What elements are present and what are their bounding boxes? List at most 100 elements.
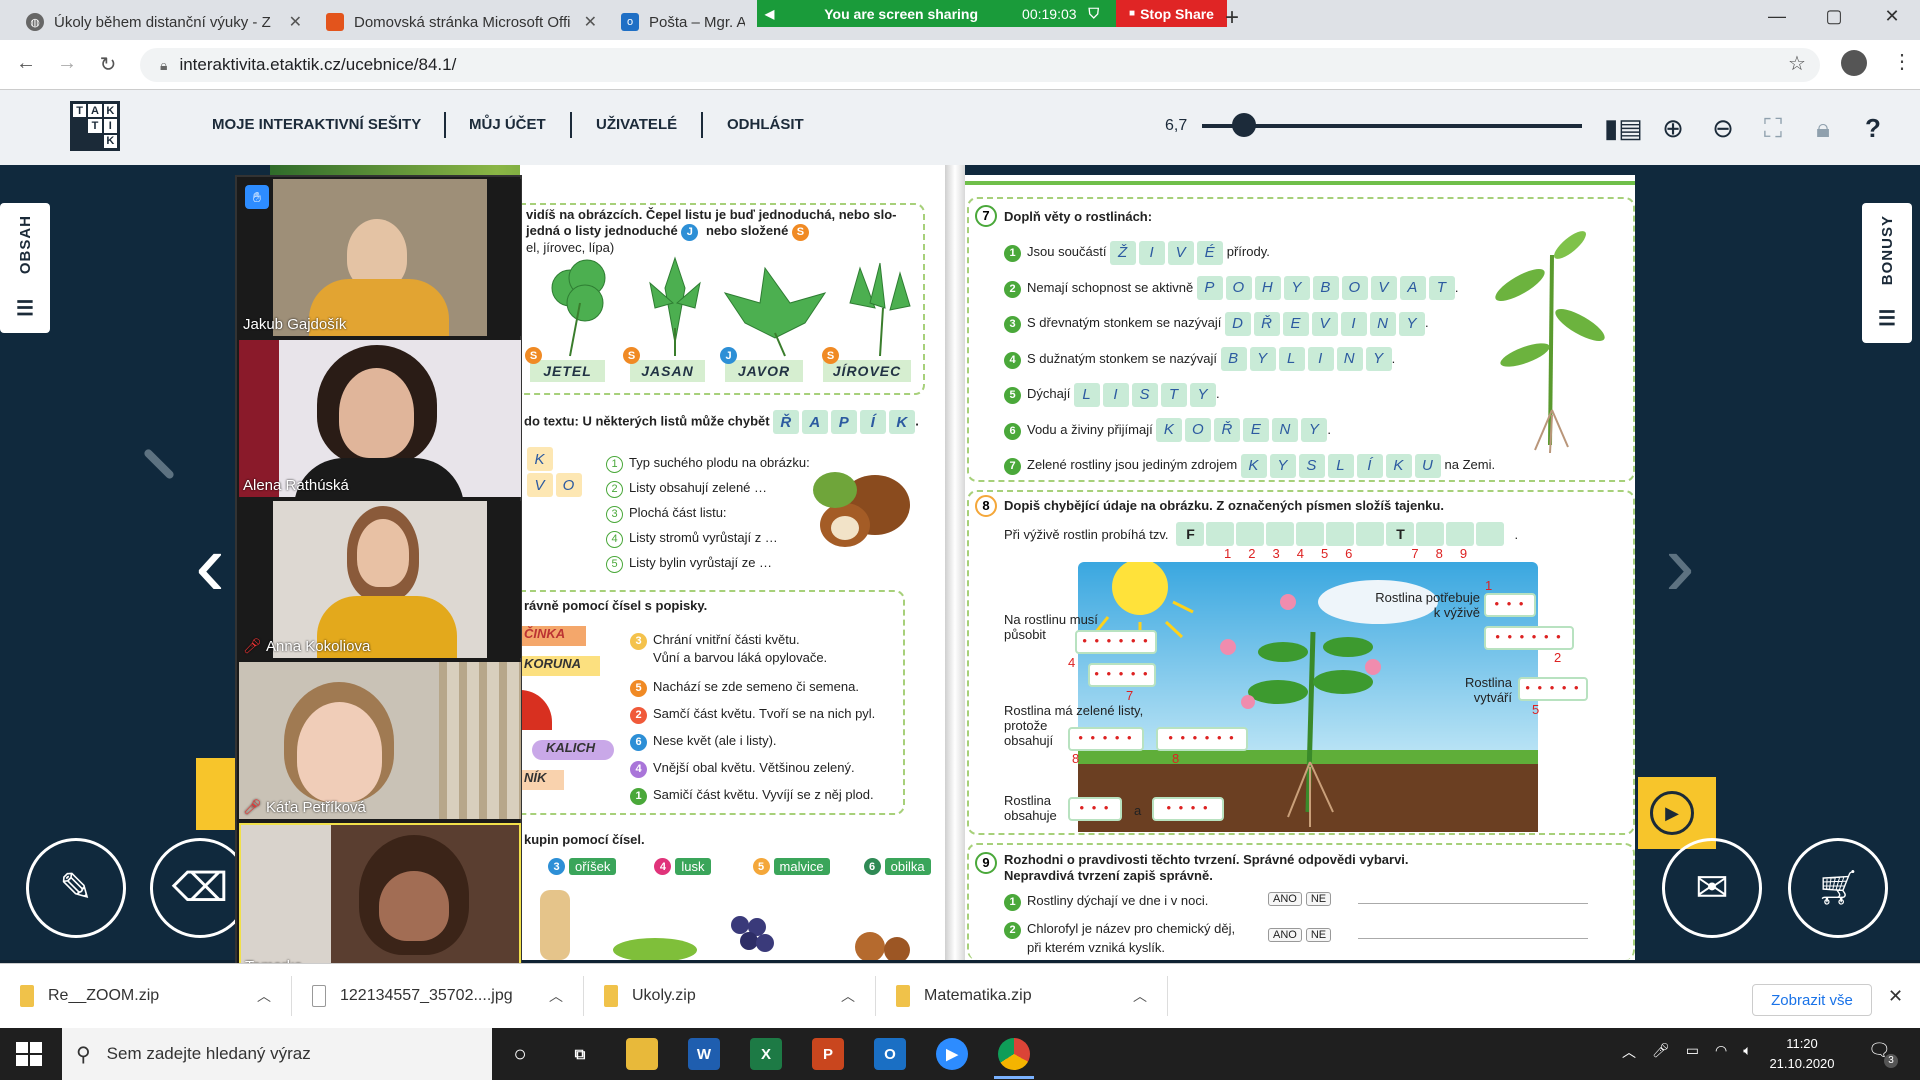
answer-box[interactable]: • • • • • <box>1088 663 1156 687</box>
zoom-in-icon[interactable]: ⊕ <box>1654 109 1692 147</box>
zoom-slider-handle[interactable] <box>1231 113 1256 137</box>
letter-cell[interactable]: L <box>1327 453 1354 478</box>
letter-cell[interactable]: N <box>1272 418 1299 443</box>
letter-cell[interactable]: I <box>1102 382 1129 407</box>
reload-icon[interactable]: ↻ <box>94 52 122 77</box>
letter-cell[interactable]: A <box>802 410 829 434</box>
letter-cell[interactable]: K <box>1385 453 1412 478</box>
url-field[interactable]: 🔒︎ interaktivita.etaktik.cz/ucebnice/84.… <box>140 48 1820 82</box>
participant-tile[interactable]: 🎤︎ Anna Kokoliova <box>239 501 521 658</box>
taktik-logo[interactable]: T A K T I K <box>70 101 120 151</box>
letter-cell[interactable]: L <box>1073 382 1100 407</box>
mail-button[interactable]: ✉ <box>1662 838 1762 938</box>
secret-cell[interactable] <box>1446 522 1475 546</box>
wifi-icon[interactable]: ◠ <box>1715 1042 1727 1062</box>
letter-cell[interactable]: N <box>1336 347 1363 372</box>
letter-cell[interactable]: K <box>527 447 553 471</box>
letter-cell[interactable]: O <box>1185 418 1212 443</box>
chevron-up-icon[interactable]: ︿ <box>841 986 855 1006</box>
secret-cell[interactable]: T <box>1386 522 1415 546</box>
participant-tile[interactable]: Tamarka <box>239 823 521 980</box>
letter-cell[interactable]: B <box>1220 347 1247 372</box>
secret-cell[interactable] <box>1356 522 1385 546</box>
browser-tab[interactable]: o Pošta – Mgr. Al <box>609 4 757 40</box>
letter-cell[interactable]: K <box>1240 453 1267 478</box>
letter-cell[interactable]: É <box>1197 240 1224 265</box>
close-tab-icon[interactable]: ✕ <box>584 12 597 32</box>
letter-cell[interactable]: T <box>1160 382 1187 407</box>
next-page-arrow[interactable]: › <box>1665 520 1695 610</box>
stop-share-button[interactable]: ■ Stop Share <box>1116 0 1227 27</box>
letter-cell[interactable]: T <box>1428 276 1455 301</box>
letter-cell[interactable]: Y <box>1249 347 1276 372</box>
answer-line[interactable] <box>1358 903 1588 904</box>
letter-cell[interactable]: B <box>1312 276 1339 301</box>
pencil-tool-button[interactable]: ✎ <box>26 838 126 938</box>
battery-icon[interactable]: ▭ <box>1686 1042 1699 1062</box>
chevron-up-icon[interactable]: ︿ <box>1622 1042 1636 1062</box>
download-item[interactable]: 122134557_35702....jpg ︿ <box>292 976 584 1016</box>
maximize-button[interactable]: ▢ <box>1814 6 1854 34</box>
letter-cell[interactable]: Ř <box>773 410 800 434</box>
download-item[interactable]: Ukoly.zip ︿ <box>584 976 876 1016</box>
letter-cell[interactable]: V <box>1370 276 1397 301</box>
fit-screen-icon[interactable]: ⛶ <box>1754 109 1792 147</box>
letter-cell[interactable]: Í <box>1356 453 1383 478</box>
menu-my-workbooks[interactable]: MOJE INTERAKTIVNÍ SEŠITY <box>212 116 421 133</box>
letter-cell[interactable]: I <box>1139 240 1166 265</box>
file-explorer-icon[interactable] <box>626 1038 658 1070</box>
chrome-icon[interactable] <box>998 1038 1030 1070</box>
outlook-icon[interactable]: O <box>874 1038 906 1070</box>
letter-cell[interactable]: O <box>556 473 582 497</box>
letter-cell[interactable]: V <box>1311 311 1338 336</box>
letter-cell[interactable]: I <box>1307 347 1334 372</box>
previous-page-arrow[interactable]: ‹ <box>195 520 225 610</box>
taskbar-search[interactable]: ⚲ Sem zadejte hledaný výraz <box>62 1028 492 1080</box>
excel-icon[interactable]: X <box>750 1038 782 1070</box>
cart-button[interactable]: 🛒︎ <box>1788 838 1888 938</box>
letter-cell[interactable]: I <box>1340 311 1367 336</box>
download-item[interactable]: Re__ZOOM.zip ︿ <box>0 976 292 1016</box>
secret-cell[interactable] <box>1236 522 1265 546</box>
start-button[interactable] <box>16 1042 42 1066</box>
bookmark-star-icon[interactable]: ☆ <box>1788 51 1806 76</box>
letter-cell[interactable]: U <box>1414 453 1441 478</box>
participant-tile[interactable]: Alena Rathúská <box>239 340 521 497</box>
close-downloads-icon[interactable]: ✕ <box>1888 986 1903 1007</box>
letter-cell[interactable]: K <box>889 410 916 434</box>
answer-box[interactable]: • • • • • <box>1068 727 1144 751</box>
forward-icon[interactable]: → <box>53 52 81 75</box>
chevron-up-icon[interactable]: ︿ <box>1133 986 1147 1006</box>
zoom-slider-track[interactable] <box>1202 124 1582 128</box>
menu-users[interactable]: UŽIVATELÉ <box>596 116 677 133</box>
letter-cell[interactable]: Y <box>1398 311 1425 336</box>
letter-cell[interactable]: S <box>1131 382 1158 407</box>
browser-menu-icon[interactable]: ⋮ <box>1892 49 1912 74</box>
letter-cell[interactable]: Y <box>1283 276 1310 301</box>
contents-tab[interactable]: OBSAH ☰ <box>0 203 50 333</box>
close-tab-icon[interactable]: ✕ <box>289 12 302 32</box>
letter-cell[interactable]: K <box>1156 418 1183 443</box>
browser-tab[interactable]: ◍ Úkoly během distanční výuky - Z ✕ <box>14 4 314 40</box>
letter-cell[interactable]: S <box>1298 453 1325 478</box>
answer-box[interactable]: • • • • • <box>1518 677 1588 701</box>
cortana-icon[interactable]: ○ <box>504 1038 536 1070</box>
letter-cell[interactable]: E <box>1243 418 1270 443</box>
show-all-downloads-button[interactable]: Zobrazit vše <box>1752 984 1872 1016</box>
secret-cell[interactable] <box>1326 522 1355 546</box>
letter-cell[interactable]: Y <box>1301 418 1328 443</box>
answer-box[interactable]: • • • • • • <box>1075 630 1157 654</box>
letter-cell[interactable]: P <box>1196 276 1223 301</box>
letter-cell[interactable]: Ř <box>1214 418 1241 443</box>
task-view-icon[interactable]: ⧉ <box>564 1038 596 1070</box>
volume-icon[interactable]: 🔈︎ <box>1743 1042 1751 1062</box>
answer-box[interactable]: • • • <box>1068 797 1122 821</box>
lock-icon[interactable]: 🔒︎ <box>1804 109 1842 147</box>
help-icon[interactable]: ? <box>1854 109 1892 147</box>
answer-line[interactable] <box>1358 938 1588 939</box>
menu-logout[interactable]: ODHLÁSIT <box>727 116 804 133</box>
participant-tile[interactable]: ✋︎ Jakub Gajdošík <box>239 179 521 336</box>
close-window-button[interactable]: ✕ <box>1872 6 1912 34</box>
letter-cell[interactable]: L <box>1278 347 1305 372</box>
new-tab-button[interactable]: + <box>1225 4 1239 32</box>
